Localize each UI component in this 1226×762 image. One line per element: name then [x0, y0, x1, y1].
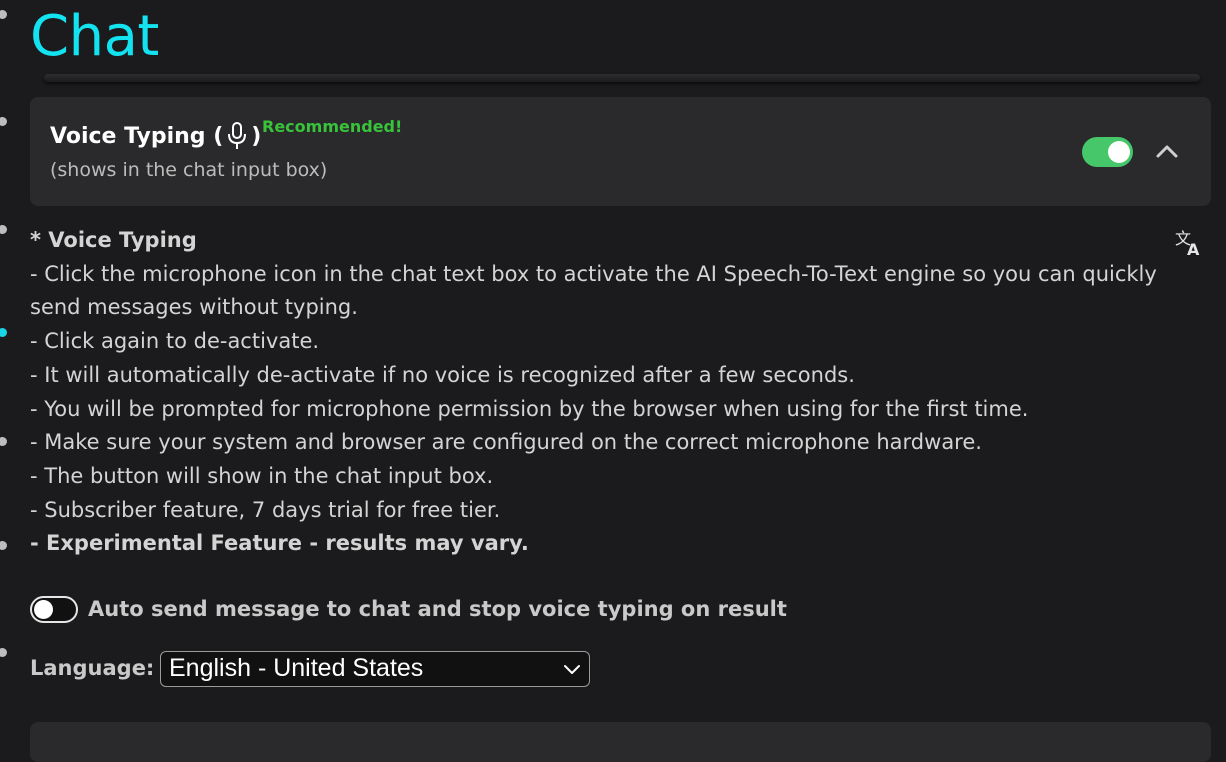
timeline-dot: [0, 117, 7, 126]
experimental-warning: - Experimental Feature - results may var…: [30, 531, 529, 556]
timeline-dot: [0, 648, 7, 657]
voice-typing-description: * Voice Typing - Click the microphone ic…: [30, 224, 1190, 561]
voice-typing-title-text: Voice Typing (: [50, 123, 224, 149]
description-line: - Click again to de-activate.: [30, 329, 320, 354]
chevron-down-icon: [564, 665, 580, 674]
voice-typing-toggle[interactable]: [1082, 137, 1133, 167]
voice-typing-subtitle: (shows in the chat input box): [50, 159, 328, 181]
voice-typing-title-close: ): [251, 123, 262, 149]
description-line: - It will automatically de-activate if n…: [30, 362, 855, 387]
auto-send-label: Auto send message to chat and stop voice…: [88, 597, 787, 621]
timeline-dot: [0, 437, 7, 446]
section-divider: [44, 74, 1200, 82]
language-selected-value: English - United States: [169, 654, 424, 682]
language-label: Language:: [30, 656, 155, 680]
toggle-knob: [1108, 141, 1130, 163]
microphone-icon: [228, 122, 247, 149]
voice-typing-card: Voice Typing ( ) Recommended! (shows in …: [30, 97, 1211, 206]
description-line: - Make sure your system and browser are …: [30, 430, 982, 455]
description-line: - The button will show in the chat input…: [30, 463, 494, 488]
recommended-badge: Recommended!: [262, 117, 403, 136]
description-line: - You will be prompted for microphone pe…: [30, 396, 1029, 421]
timeline-dot: [0, 225, 7, 234]
auto-send-toggle[interactable]: [30, 596, 78, 623]
timeline-dot: [0, 541, 7, 550]
page-title: Chat: [30, 4, 159, 69]
voice-typing-title: Voice Typing ( ): [50, 121, 261, 151]
timeline-dot-active: [0, 328, 7, 337]
chevron-up-icon[interactable]: [1154, 141, 1180, 161]
description-heading: * Voice Typing: [30, 228, 197, 252]
language-select[interactable]: English - United States: [160, 651, 590, 687]
next-settings-card: [30, 722, 1211, 762]
description-line: - Click the microphone icon in the chat …: [30, 261, 1157, 320]
timeline-dot: [0, 10, 7, 19]
toggle-knob: [34, 600, 53, 619]
description-line: - Subscriber feature, 7 days trial for f…: [30, 497, 501, 522]
